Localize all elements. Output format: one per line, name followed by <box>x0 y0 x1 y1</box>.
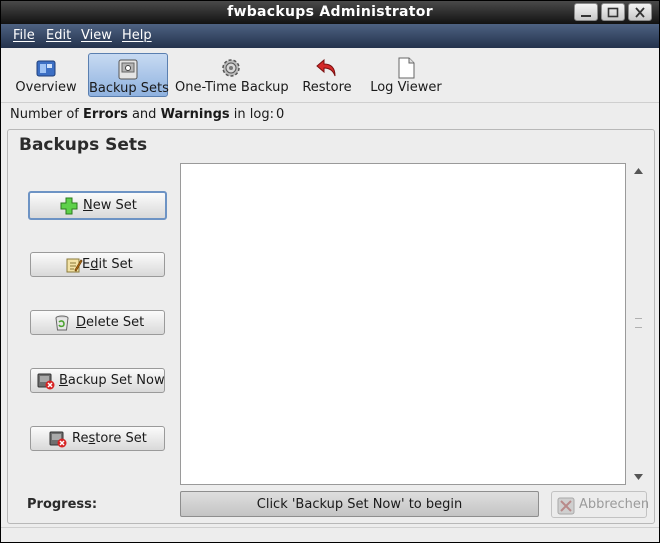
edit-set-button[interactable]: Edit Set <box>30 252 165 277</box>
close-button[interactable] <box>628 3 652 21</box>
delete-set-label: Delete Set <box>76 315 145 330</box>
tool-backup-sets[interactable]: Backup Sets <box>88 53 169 97</box>
cancel-label: Abbrechen <box>579 497 650 512</box>
backup-set-now-button[interactable]: Backup Set Now <box>30 368 165 393</box>
menu-bar: File Edit View Help <box>1 24 659 48</box>
tool-one-time-backup-label: One-Time Backup <box>175 80 289 95</box>
toolbar: Overview Backup Sets One-Time Backup Res… <box>1 48 659 103</box>
cancel-icon <box>557 497 575 515</box>
menu-file[interactable]: File <box>13 28 35 43</box>
log-status-suffix: in log: <box>233 107 274 122</box>
menu-help[interactable]: Help <box>122 28 152 43</box>
trash-icon <box>55 315 69 331</box>
scroll-up-icon[interactable] <box>634 168 643 174</box>
backup-now-icon <box>37 373 55 390</box>
progress-text: Click 'Backup Set Now' to begin <box>256 497 463 512</box>
scroll-down-icon[interactable] <box>634 474 643 480</box>
tool-log-viewer-label: Log Viewer <box>370 80 442 95</box>
new-set-button[interactable]: New Set <box>28 191 167 220</box>
tool-one-time-backup[interactable]: One-Time Backup <box>175 53 289 97</box>
progress-bar: Click 'Backup Set Now' to begin <box>180 491 539 517</box>
restore-set-button[interactable]: Restore Set <box>30 426 165 451</box>
log-status-and: and <box>131 107 157 122</box>
tool-overview[interactable]: Overview <box>13 53 79 97</box>
cancel-button[interactable]: Abbrechen <box>551 491 650 518</box>
new-set-label: New Set <box>83 198 137 213</box>
tool-backup-sets-label: Backup Sets <box>89 81 169 96</box>
progress-label: Progress: <box>27 497 98 512</box>
log-status-count: 0 <box>276 107 285 122</box>
status-bar <box>1 527 659 542</box>
edit-set-label: Edit Set <box>82 257 133 272</box>
title-bar[interactable]: fwbackups Administrator <box>1 1 659 24</box>
delete-set-button[interactable]: Delete Set <box>30 310 165 335</box>
gear-icon <box>222 59 240 77</box>
document-icon <box>398 57 415 79</box>
scroll-grip <box>635 318 642 328</box>
maximize-icon <box>607 7 619 18</box>
log-status-prefix: Number of <box>10 107 79 122</box>
minimize-icon <box>581 15 591 17</box>
backup-sets-list[interactable] <box>180 163 626 485</box>
menu-edit[interactable]: Edit <box>46 28 71 43</box>
log-status-errors: Errors <box>83 107 128 122</box>
close-icon <box>635 7 645 18</box>
maximize-button[interactable] <box>601 3 625 21</box>
log-status-warnings: Warnings <box>160 107 230 122</box>
overview-icon <box>36 60 56 77</box>
tool-restore[interactable]: Restore <box>299 53 355 97</box>
edit-note-icon <box>66 258 83 273</box>
panel-title: Backups Sets <box>15 135 152 155</box>
backup-set-now-label: Backup Set Now <box>59 373 165 388</box>
tool-restore-label: Restore <box>302 80 352 95</box>
undo-arrow-icon <box>316 58 336 77</box>
list-scrollbar[interactable] <box>631 163 646 485</box>
green-plus-icon <box>60 197 78 215</box>
window-title: fwbackups Administrator <box>227 4 433 20</box>
restore-set-label: Restore Set <box>72 431 147 446</box>
backup-sets-icon <box>118 59 138 80</box>
restore-icon <box>49 431 67 448</box>
menu-view[interactable]: View <box>81 28 112 43</box>
tool-log-viewer[interactable]: Log Viewer <box>369 53 443 97</box>
log-status-text: Number of Errors and Warnings in log: <box>10 107 274 122</box>
tool-overview-label: Overview <box>15 80 77 95</box>
app-window: fwbackups Administrator File Edit View H… <box>0 0 660 543</box>
minimize-button[interactable] <box>574 3 598 21</box>
